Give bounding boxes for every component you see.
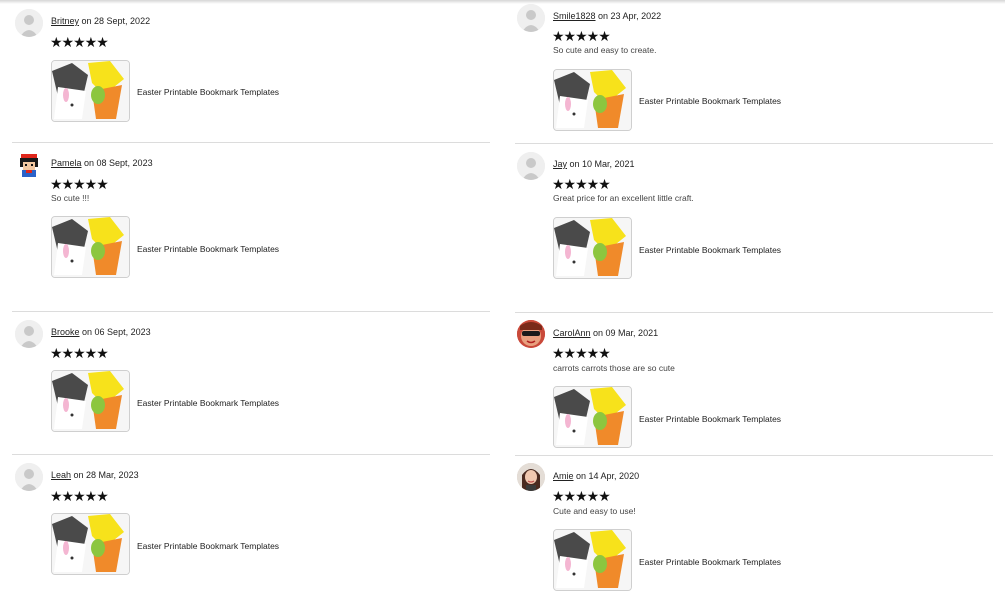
star-rating: ★★★★★ [552, 176, 611, 192]
review-meta: Jay on 10 Mar, 2021 [553, 159, 635, 169]
reviewer-name-link[interactable]: Pamela [51, 158, 82, 168]
user-avatar-icon[interactable] [517, 152, 545, 180]
product-thumbnail[interactable] [553, 529, 632, 591]
review-meta: Pamela on 08 Sept, 2023 [51, 158, 153, 168]
reviewer-name-link[interactable]: Jay [553, 159, 567, 169]
review-meta: Amie on 14 Apr, 2020 [553, 471, 639, 481]
product-thumbnail[interactable] [553, 386, 632, 448]
star-rating: ★★★★★ [552, 488, 611, 504]
user-avatar-icon[interactable] [15, 151, 43, 179]
star-rating: ★★★★★ [50, 34, 109, 50]
product-title-link[interactable]: Easter Printable Bookmark Templates [137, 87, 279, 97]
product-thumbnail[interactable] [51, 216, 130, 278]
review-text: So cute !!! [51, 193, 90, 203]
user-avatar-icon[interactable] [15, 463, 43, 491]
review-date: on 09 Mar, 2021 [590, 328, 659, 338]
product-thumbnail[interactable] [51, 370, 130, 432]
product-title-link[interactable]: Easter Printable Bookmark Templates [137, 398, 279, 408]
product-thumbnail[interactable] [553, 69, 632, 131]
review-divider [515, 143, 993, 144]
review-divider [12, 311, 490, 312]
top-shadow [0, 0, 1005, 4]
product-title-link[interactable]: Easter Printable Bookmark Templates [639, 414, 781, 424]
review-date: on 08 Sept, 2023 [81, 158, 153, 168]
product-title-link[interactable]: Easter Printable Bookmark Templates [137, 244, 279, 254]
review-text: So cute and easy to create. [553, 45, 657, 55]
review-date: on 23 Apr, 2022 [595, 11, 662, 21]
review-meta: Britney on 28 Sept, 2022 [51, 16, 150, 26]
review-meta: Smile1828 on 23 Apr, 2022 [553, 11, 661, 21]
review-text: Great price for an excellent little craf… [553, 193, 694, 203]
review-text: carrots carrots those are so cute [553, 363, 675, 373]
review-text: Cute and easy to use! [553, 506, 636, 516]
review-date: on 28 Sept, 2022 [79, 16, 151, 26]
reviewer-name-link[interactable]: Leah [51, 470, 71, 480]
review-divider [12, 454, 490, 455]
review-date: on 28 Mar, 2023 [71, 470, 139, 480]
review-date: on 14 Apr, 2020 [573, 471, 640, 481]
star-rating: ★★★★★ [50, 345, 109, 361]
reviewer-name-link[interactable]: Brooke [51, 327, 80, 337]
product-title-link[interactable]: Easter Printable Bookmark Templates [639, 557, 781, 567]
review-meta: Brooke on 06 Sept, 2023 [51, 327, 151, 337]
star-rating: ★★★★★ [552, 345, 611, 361]
reviewer-name-link[interactable]: Smile1828 [553, 11, 596, 21]
product-thumbnail[interactable] [553, 217, 632, 279]
product-thumbnail[interactable] [51, 513, 130, 575]
product-title-link[interactable]: Easter Printable Bookmark Templates [137, 541, 279, 551]
product-thumbnail[interactable] [51, 60, 130, 122]
review-divider [12, 142, 490, 143]
star-rating: ★★★★★ [50, 488, 109, 504]
reviewer-name-link[interactable]: Britney [51, 16, 79, 26]
review-date: on 06 Sept, 2023 [79, 327, 151, 337]
product-title-link[interactable]: Easter Printable Bookmark Templates [639, 96, 781, 106]
review-meta: Leah on 28 Mar, 2023 [51, 470, 139, 480]
review-divider [515, 455, 993, 456]
reviewer-name-link[interactable]: CarolAnn [553, 328, 591, 338]
reviewer-name-link[interactable]: Amie [553, 471, 574, 481]
review-date: on 10 Mar, 2021 [567, 159, 635, 169]
star-rating: ★★★★★ [552, 28, 611, 44]
user-avatar-icon[interactable] [517, 4, 545, 32]
review-divider [515, 312, 993, 313]
user-avatar-icon[interactable] [15, 9, 43, 37]
user-avatar-icon[interactable] [517, 463, 545, 491]
review-meta: CarolAnn on 09 Mar, 2021 [553, 328, 658, 338]
user-avatar-icon[interactable] [517, 320, 545, 348]
star-rating: ★★★★★ [50, 176, 109, 192]
user-avatar-icon[interactable] [15, 320, 43, 348]
product-title-link[interactable]: Easter Printable Bookmark Templates [639, 245, 781, 255]
